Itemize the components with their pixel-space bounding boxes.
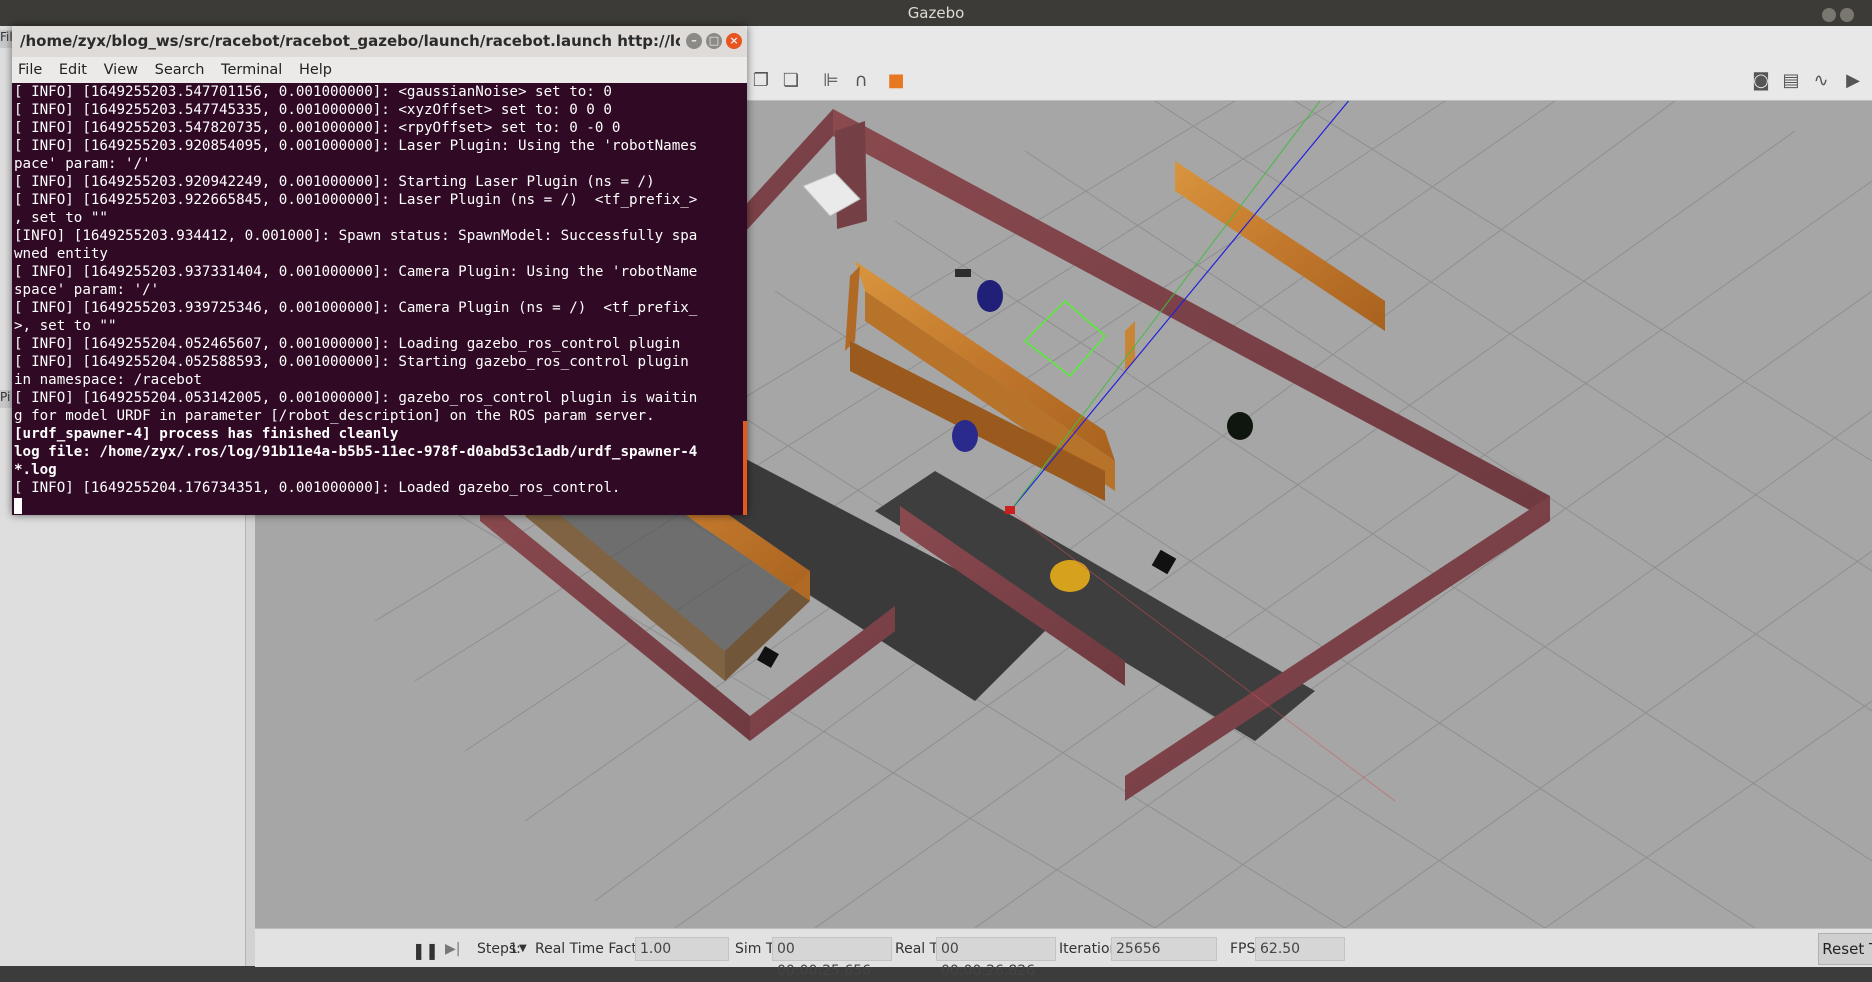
terminal-line: *.log	[14, 462, 57, 478]
gazebo-status-bar: ❚❚ ▶| Steps: 1 ▼ Real Time Factor: 1.00 …	[255, 928, 1872, 979]
terminal-line: [ INFO] [1649255204.052465607, 0.0010000…	[14, 336, 681, 352]
panel-tab-stub[interactable]: Pi	[0, 390, 12, 408]
menu-file[interactable]: File	[18, 62, 42, 78]
menu-terminal[interactable]: Terminal	[221, 62, 282, 78]
terminal-line: pace' param: '/'	[14, 156, 151, 172]
minimize-icon[interactable]	[1822, 8, 1836, 22]
terminal-line: [ INFO] [1649255203.922665845, 0.0010000…	[14, 192, 698, 208]
steps-value[interactable]: 1	[509, 941, 518, 957]
gazebo-title: Gazebo	[907, 4, 965, 22]
plot-icon[interactable]: ∿	[1810, 70, 1832, 92]
sim-time-field: 00 00:00:25.656	[772, 937, 892, 979]
terminal-line: g for model URDF in parameter [/robot_de…	[14, 408, 655, 424]
iterations-field: 25656	[1111, 937, 1217, 961]
gazebo-title-bar: Gazebo	[0, 0, 1872, 26]
paste-icon[interactable]: ❏	[780, 70, 802, 92]
minimize-icon[interactable]: –	[686, 33, 702, 49]
video-record-icon[interactable]: ▶	[1842, 70, 1864, 92]
terminal-line: [ INFO] [1649255203.547701156, 0.0010000…	[14, 84, 612, 100]
terminal-line: [ INFO] [1649255203.920942249, 0.0010000…	[14, 174, 655, 190]
terminal-line: log file: /home/zyx/.ros/log/91b11e4a-b5…	[14, 444, 698, 460]
menu-edit[interactable]: Edit	[59, 62, 87, 78]
copy-icon[interactable]: ❐	[750, 70, 772, 92]
terminal-line: >, set to ""	[14, 318, 117, 334]
terminal-line: [ INFO] [1649255204.053142005, 0.0010000…	[14, 390, 698, 406]
window-controls[interactable]	[1806, 4, 1866, 22]
view-angle-icon[interactable]: ■	[885, 70, 907, 92]
terminal-line: [ INFO] [1649255203.937331404, 0.0010000…	[14, 264, 698, 280]
pause-icon[interactable]: ❚❚	[412, 941, 439, 960]
green-bin-2	[1227, 412, 1253, 440]
terminal-title: /home/zyx/blog_ws/src/racebot/racebot_ga…	[20, 32, 680, 50]
terminal-menubar: File Edit View Search Terminal Help	[12, 57, 747, 84]
panel-tab-stub-label: Pi	[0, 390, 11, 404]
terminal-scrollbar[interactable]	[743, 421, 747, 515]
racebot-model[interactable]	[1005, 506, 1015, 514]
reset-time-button[interactable]: Reset Time	[1818, 933, 1872, 965]
terminal-cursor-line	[14, 497, 739, 515]
file-menu-stub-label: Fil	[0, 30, 13, 44]
file-menu-stub[interactable]: Fil	[0, 30, 13, 48]
log-icon[interactable]: ▤	[1780, 70, 1802, 92]
terminal-line: [ INFO] [1649255203.547745335, 0.0010000…	[14, 102, 612, 118]
maximize-icon[interactable]: □	[706, 33, 722, 49]
rtf-field: 1.00	[635, 937, 729, 961]
steps-dropdown-icon[interactable]: ▼	[519, 943, 527, 954]
blue-bin-1	[977, 280, 1003, 312]
menu-view[interactable]: View	[104, 62, 138, 78]
terminal-line: [ INFO] [1649255203.920854095, 0.0010000…	[14, 138, 698, 154]
small-box-1	[955, 269, 971, 277]
terminal-line: [urdf_spawner-4] process has finished cl…	[14, 426, 399, 442]
terminal-line: space' param: '/'	[14, 282, 160, 298]
terminal-line: [INFO] [1649255203.934412, 0.001000]: Sp…	[14, 228, 698, 244]
wall-corner	[835, 121, 867, 229]
step-icon[interactable]: ▶|	[445, 941, 460, 957]
snap-icon[interactable]: ∩	[850, 70, 872, 92]
terminal-line: [ INFO] [1649255203.939725346, 0.0010000…	[14, 300, 698, 316]
terminal-line: , set to ""	[14, 210, 108, 226]
terminal-cursor	[14, 498, 22, 514]
terminal-window[interactable]: /home/zyx/blog_ws/src/racebot/racebot_ga…	[12, 26, 747, 515]
terminal-title-bar[interactable]: /home/zyx/blog_ws/src/racebot/racebot_ga…	[12, 26, 747, 57]
align-icon[interactable]: ⊫	[820, 70, 842, 92]
menu-search[interactable]: Search	[155, 62, 205, 78]
terminal-line: in namespace: /racebot	[14, 372, 202, 388]
screenshot-icon[interactable]: ◙	[1750, 70, 1772, 92]
fps-field: 62.50	[1255, 937, 1345, 961]
terminal-lines: [ INFO] [1649255203.547701156, 0.0010000…	[14, 83, 739, 515]
blue-bin-2	[952, 420, 978, 452]
terminal-line: [ INFO] [1649255204.052588593, 0.0010000…	[14, 354, 689, 370]
terminal-line: [ INFO] [1649255204.176734351, 0.0010000…	[14, 480, 621, 496]
maximize-icon[interactable]	[1840, 8, 1854, 22]
yellow-robot	[1050, 560, 1090, 592]
terminal-line: [ INFO] [1649255203.547820735, 0.0010000…	[14, 120, 621, 136]
terminal-line: wned entity	[14, 246, 108, 262]
real-time-field: 00 00:00:26.826	[936, 937, 1056, 979]
menu-help[interactable]: Help	[299, 62, 332, 78]
terminal-output[interactable]: [ INFO] [1649255203.547701156, 0.0010000…	[12, 83, 747, 515]
close-icon[interactable]: ×	[726, 33, 742, 49]
